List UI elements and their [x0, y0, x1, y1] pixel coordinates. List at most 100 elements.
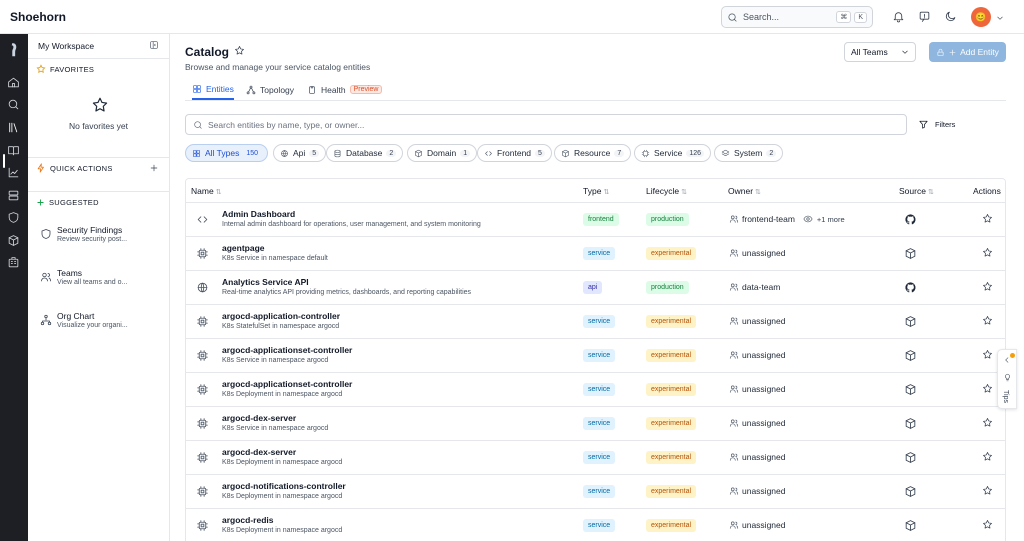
column-header-name[interactable]: Name ⇅: [191, 186, 222, 196]
team-select[interactable]: All Teams: [844, 42, 916, 62]
kubernetes-icon[interactable]: [904, 417, 917, 430]
chip-api[interactable]: Api 5: [273, 144, 327, 162]
kubernetes-icon[interactable]: [904, 485, 917, 498]
table-row[interactable]: argocd-redis K8s Deployment in namespace …: [186, 509, 1005, 541]
entity-name[interactable]: argocd-application-controller: [222, 311, 340, 321]
entity-name[interactable]: argocd-dex-server: [222, 413, 296, 423]
chevron-down-icon[interactable]: [996, 14, 1004, 22]
table-row[interactable]: Admin Dashboard Internal admin dashboard …: [186, 203, 1005, 237]
add-entity-button[interactable]: Add Entity: [929, 42, 1006, 62]
table-row[interactable]: agentpage K8s Service in namespace defaul…: [186, 237, 1005, 271]
kubernetes-icon[interactable]: [904, 349, 917, 362]
favorite-star-icon[interactable]: [982, 519, 994, 531]
table-row[interactable]: argocd-applicationset-controller K8s Depl…: [186, 373, 1005, 407]
search-icon[interactable]: [7, 98, 21, 112]
avatar[interactable]: 😊: [971, 7, 991, 27]
kubernetes-icon[interactable]: [904, 383, 917, 396]
owner-cell[interactable]: unassigned: [729, 452, 785, 462]
favorite-star-icon[interactable]: [982, 315, 994, 327]
github-icon[interactable]: [904, 281, 917, 294]
chip-frontend[interactable]: Frontend 5: [477, 144, 552, 162]
owner-cell[interactable]: unassigned: [729, 350, 785, 360]
quick-actions-header[interactable]: QUICK ACTIONS: [28, 158, 169, 178]
entity-name[interactable]: argocd-applicationset-controller: [222, 345, 352, 355]
chip-system[interactable]: System 2: [714, 144, 784, 162]
favorite-star-icon[interactable]: [982, 247, 994, 259]
entity-name[interactable]: Analytics Service API: [222, 277, 309, 287]
table-row[interactable]: Analytics Service API Real-time analytics…: [186, 271, 1005, 305]
suggested-item-teams[interactable]: Teams View all teams and o...: [38, 268, 164, 296]
favorite-star-icon[interactable]: [234, 45, 245, 56]
chip-icon: [196, 349, 209, 362]
tab-entities[interactable]: Entities: [192, 79, 234, 100]
kubernetes-icon[interactable]: [904, 519, 917, 532]
table-row[interactable]: argocd-application-controller K8s Statefu…: [186, 305, 1005, 339]
suggested-item-security-findings[interactable]: Security Findings Review security post..…: [38, 225, 164, 253]
table-row[interactable]: argocd-applicationset-controller K8s Serv…: [186, 339, 1005, 373]
owner-cell[interactable]: unassigned: [729, 248, 785, 258]
analytics-icon[interactable]: [7, 166, 21, 180]
entity-name[interactable]: argocd-redis: [222, 515, 274, 525]
owner-cell[interactable]: frontend-team +1 more: [729, 214, 845, 224]
table-row[interactable]: argocd-dex-server K8s Service in namespac…: [186, 407, 1005, 441]
github-icon[interactable]: [904, 213, 917, 226]
column-header-lifecycle[interactable]: Lifecycle ⇅: [646, 186, 687, 196]
moon-icon[interactable]: [944, 10, 958, 24]
favorite-star-icon[interactable]: [982, 417, 994, 429]
filters-button[interactable]: Filters: [918, 119, 955, 130]
table-row[interactable]: argocd-dex-server K8s Deployment in names…: [186, 441, 1005, 475]
shoehorn-logo-icon[interactable]: [7, 42, 21, 57]
bell-icon[interactable]: [892, 10, 906, 24]
favorite-star-icon[interactable]: [982, 213, 994, 225]
users-icon: [729, 282, 742, 292]
entity-search-input[interactable]: Search entities by name, type, or owner.…: [185, 114, 907, 135]
chip-service[interactable]: Service 126: [634, 144, 712, 162]
favorite-star-icon[interactable]: [982, 451, 994, 463]
chip-all-types[interactable]: All Types 150: [185, 144, 269, 162]
table-row[interactable]: argocd-notifications-controller K8s Deplo…: [186, 475, 1005, 509]
owner-cell[interactable]: unassigned: [729, 384, 785, 394]
kubernetes-icon[interactable]: [904, 451, 917, 464]
server-icon[interactable]: [7, 189, 21, 203]
more-owners[interactable]: +1 more: [803, 214, 845, 224]
suggested-item-org-chart[interactable]: Org Chart Visualize your organi...: [38, 311, 164, 339]
owner-name: frontend-team: [742, 214, 795, 224]
column-header-source[interactable]: Source ⇅: [899, 186, 934, 196]
owner-cell[interactable]: unassigned: [729, 418, 785, 428]
column-header-owner[interactable]: Owner ⇅: [728, 186, 761, 196]
app-title[interactable]: Shoehorn: [10, 10, 66, 24]
collapse-sidebar-icon[interactable]: [149, 40, 160, 51]
tab-topology[interactable]: Topology: [246, 79, 294, 100]
entities-table: Name ⇅ Type ⇅ Lifecycle ⇅ Owner ⇅ Source ⇅ Ac…: [185, 178, 1006, 541]
shield-icon[interactable]: [7, 211, 21, 225]
chip-database[interactable]: Database 2: [326, 144, 404, 162]
favorite-star-icon[interactable]: [982, 349, 994, 361]
feedback-icon[interactable]: [918, 10, 932, 24]
entity-name[interactable]: argocd-dex-server: [222, 447, 296, 457]
catalog-icon[interactable]: [7, 121, 21, 135]
owner-cell[interactable]: unassigned: [729, 486, 785, 496]
kubernetes-icon[interactable]: [904, 315, 917, 328]
building-icon[interactable]: [7, 256, 21, 270]
package-icon[interactable]: [7, 234, 21, 248]
tips-panel-toggle[interactable]: Tips: [997, 349, 1017, 409]
entity-name[interactable]: Admin Dashboard: [222, 209, 295, 219]
owner-cell[interactable]: data-team: [729, 282, 780, 292]
kubernetes-icon[interactable]: [904, 247, 917, 260]
docs-icon[interactable]: [7, 144, 21, 158]
chip-domain[interactable]: Domain 1: [407, 144, 478, 162]
tab-health[interactable]: Health Preview: [307, 79, 383, 100]
chip-resource[interactable]: Resource 7: [554, 144, 632, 162]
owner-cell[interactable]: unassigned: [729, 316, 785, 326]
owner-cell[interactable]: unassigned: [729, 520, 785, 530]
global-search[interactable]: Search... ⌘ K: [721, 6, 873, 28]
home-icon[interactable]: [7, 76, 21, 90]
entity-name[interactable]: argocd-applicationset-controller: [222, 379, 352, 389]
favorite-star-icon[interactable]: [982, 383, 994, 395]
add-quick-action-icon[interactable]: [149, 163, 159, 173]
entity-name[interactable]: agentpage: [222, 243, 265, 253]
favorite-star-icon[interactable]: [982, 281, 994, 293]
entity-name[interactable]: argocd-notifications-controller: [222, 481, 346, 491]
favorite-star-icon[interactable]: [982, 485, 994, 497]
column-header-type[interactable]: Type ⇅: [583, 186, 609, 196]
